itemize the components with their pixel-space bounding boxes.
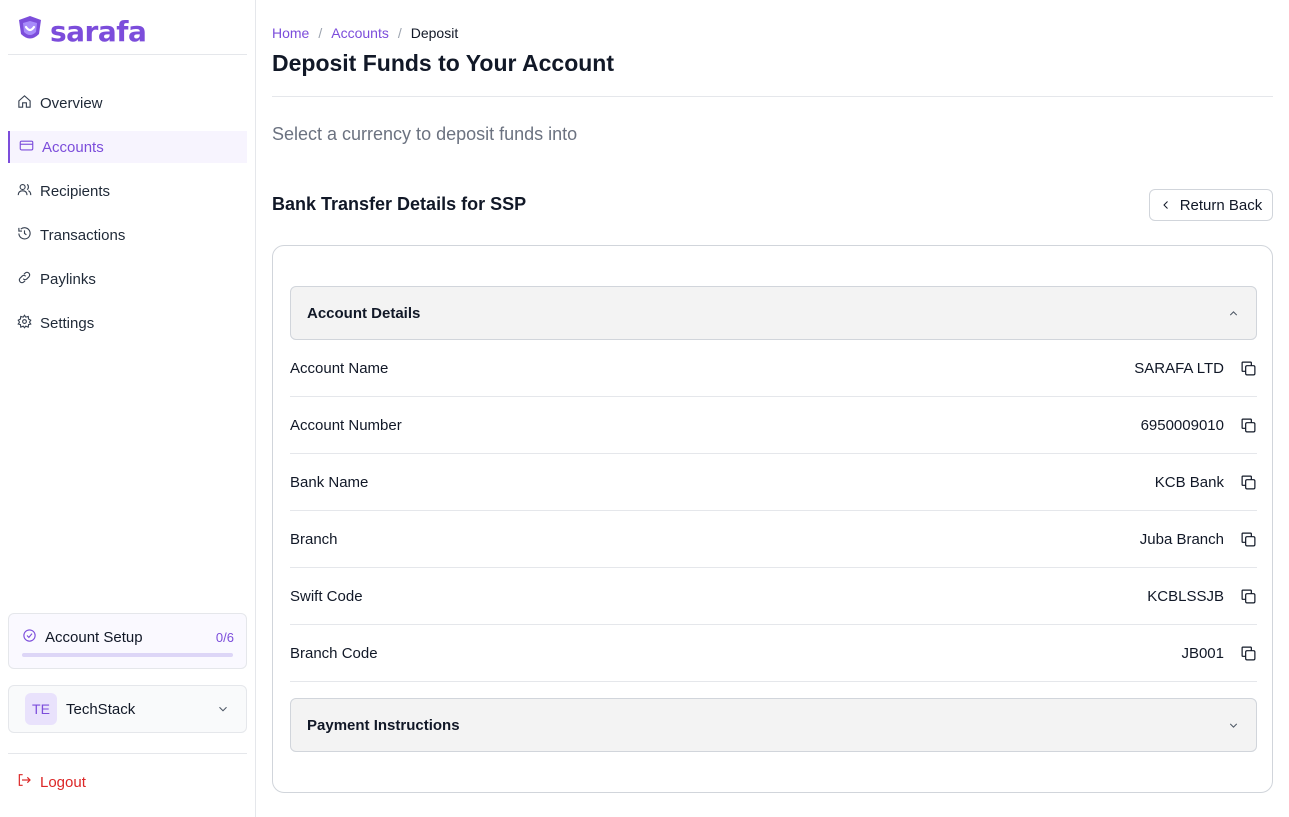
breadcrumb-accounts-link[interactable]: Accounts: [331, 25, 389, 41]
account-setup-row: Account Setup 0/6: [22, 628, 234, 647]
sidebar-bottom-divider: [8, 753, 247, 754]
chevron-down-icon: [219, 706, 227, 712]
sidebar-item-paylinks[interactable]: Paylinks: [8, 257, 247, 301]
logout-button[interactable]: Logout: [16, 772, 86, 792]
detail-value: Juba Branch: [1139, 530, 1224, 548]
copy-icon: [1241, 418, 1255, 432]
account-details-title: Account Details: [307, 304, 421, 322]
return-back-button[interactable]: Return Back: [1149, 189, 1273, 221]
copy-button[interactable]: [1239, 416, 1257, 434]
sidebar: sarafa Overview Accounts Recipients Tran…: [0, 0, 256, 817]
copy-icon: [1241, 589, 1255, 603]
organization-switcher[interactable]: TE TechStack: [8, 685, 247, 733]
logo-divider: [8, 54, 247, 55]
detail-value: SARAFA LTD: [1134, 359, 1224, 377]
breadcrumb-separator: /: [318, 25, 323, 41]
detail-row-branch-code: Branch Code JB001: [290, 625, 1257, 682]
copy-button[interactable]: [1239, 587, 1257, 605]
detail-row-bank-name: Bank Name KCB Bank: [290, 454, 1257, 511]
detail-label: Bank Name: [290, 473, 369, 491]
detail-label: Swift Code: [290, 587, 363, 605]
sarafa-logo-icon: [16, 14, 44, 49]
detail-row-branch: Branch Juba Branch: [290, 511, 1257, 568]
breadcrumb-home-link[interactable]: Home: [272, 25, 309, 41]
detail-value: KCB Bank: [1154, 473, 1224, 491]
payment-instructions-accordion-header[interactable]: Payment Instructions: [290, 698, 1257, 752]
detail-value: 6950009010: [1140, 416, 1224, 434]
detail-row-account-name: Account Name SARAFA LTD: [290, 340, 1257, 397]
sidebar-item-label: Settings: [40, 314, 95, 332]
detail-row-account-number: Account Number 6950009010: [290, 397, 1257, 454]
link-icon: [17, 270, 32, 289]
copy-icon: [1241, 361, 1255, 375]
title-divider: [272, 96, 1273, 97]
breadcrumb-current: Deposit: [410, 25, 459, 41]
breadcrumb: Home / Accounts / Deposit: [272, 25, 458, 41]
sidebar-item-label: Overview: [40, 94, 103, 112]
copy-button[interactable]: [1239, 359, 1257, 377]
organization-name: TechStack: [66, 700, 136, 718]
sidebar-item-transactions[interactable]: Transactions: [8, 213, 247, 257]
sidebar-item-label: Accounts: [42, 138, 104, 156]
home-icon: [17, 94, 32, 113]
account-details-list: Account Name SARAFA LTD Account Number 6…: [290, 340, 1257, 682]
section-title: Bank Transfer Details for SSP: [272, 194, 527, 214]
payment-instructions-title: Payment Instructions: [307, 716, 460, 734]
account-setup-label: Account Setup: [45, 629, 143, 646]
detail-label: Account Name: [290, 359, 389, 377]
sidebar-item-label: Transactions: [40, 226, 126, 244]
breadcrumb-separator: /: [397, 25, 402, 41]
account-details-accordion-header[interactable]: Account Details: [290, 286, 1257, 340]
check-circle-icon: [22, 628, 37, 647]
account-setup-count: 0/6: [215, 630, 234, 645]
sidebar-item-accounts[interactable]: Accounts: [8, 131, 247, 163]
users-icon: [17, 182, 32, 201]
page-subtitle: Select a currency to deposit funds into: [272, 124, 578, 144]
sidebar-item-settings[interactable]: Settings: [8, 301, 247, 345]
avatar: TE: [25, 693, 57, 725]
account-setup-card[interactable]: Account Setup 0/6: [8, 613, 247, 669]
sidebar-item-label: Paylinks: [40, 270, 96, 288]
brand-logo[interactable]: sarafa: [16, 14, 147, 49]
copy-icon: [1241, 475, 1255, 489]
sidebar-item-overview[interactable]: Overview: [8, 81, 247, 125]
copy-icon: [1241, 532, 1255, 546]
logout-label: Logout: [40, 773, 86, 791]
detail-label: Branch: [290, 530, 338, 548]
brand-name: sarafa: [50, 14, 147, 48]
sidebar-item-recipients[interactable]: Recipients: [8, 169, 247, 213]
detail-label: Account Number: [290, 416, 402, 434]
sidebar-nav: Overview Accounts Recipients Transaction…: [8, 81, 247, 345]
chevron-down-icon: [1229, 723, 1238, 728]
copy-icon: [1241, 646, 1255, 660]
detail-row-swift-code: Swift Code KCBLSSJB: [290, 568, 1257, 625]
page-title: Deposit Funds to Your Account: [272, 50, 615, 76]
copy-button[interactable]: [1239, 644, 1257, 662]
chevron-up-icon: [1229, 310, 1238, 315]
detail-label: Branch Code: [290, 644, 378, 662]
sidebar-item-label: Recipients: [40, 182, 111, 200]
chevron-left-icon: [1163, 201, 1168, 209]
return-back-label: Return Back: [1179, 196, 1263, 214]
bank-details-card: Account Details Account Name SARAFA LTD …: [272, 245, 1273, 793]
detail-value: JB001: [1181, 644, 1224, 662]
logout-icon: [16, 772, 32, 792]
gear-icon: [17, 313, 32, 333]
credit-card-icon: [19, 138, 34, 157]
account-setup-progress-bar: [22, 653, 233, 657]
copy-button[interactable]: [1239, 530, 1257, 548]
copy-button[interactable]: [1239, 473, 1257, 491]
detail-value: KCBLSSJB: [1147, 587, 1224, 605]
history-icon: [17, 226, 32, 245]
